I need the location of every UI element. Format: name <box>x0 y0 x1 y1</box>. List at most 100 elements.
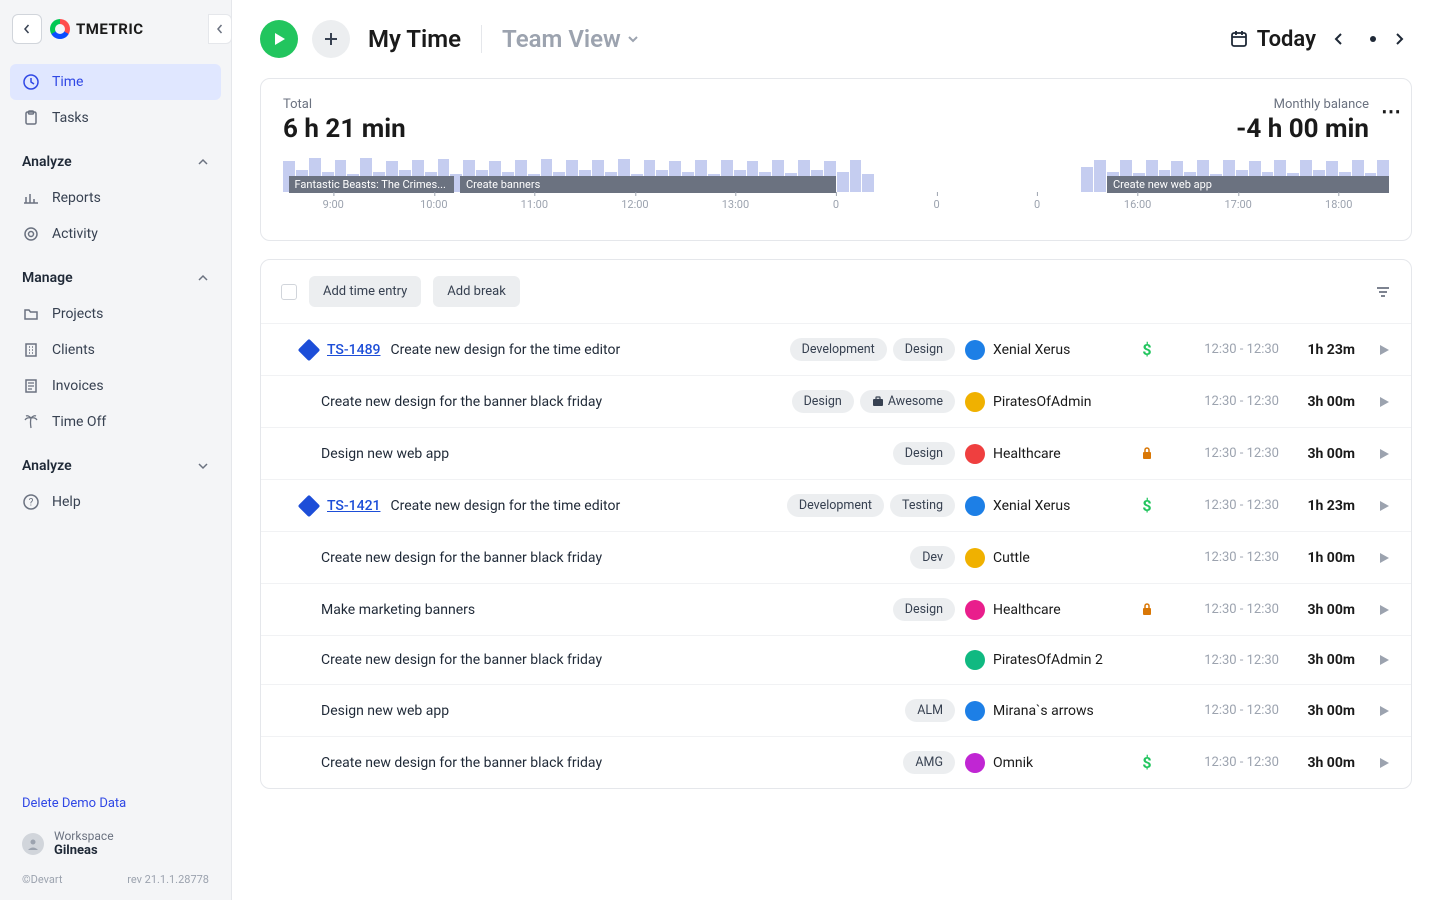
resume-button[interactable] <box>1377 395 1391 409</box>
entry-row[interactable]: Create new design for the banner black f… <box>261 376 1411 428</box>
project-color-icon <box>965 753 985 773</box>
entry-row[interactable]: Design new web appDesignHealthcare12:30 … <box>261 428 1411 480</box>
timeline-segment-label[interactable]: Fantastic Beasts: The Crimes... <box>289 176 455 193</box>
delete-demo-link[interactable]: Delete Demo Data <box>22 796 209 823</box>
timeline-segment-label[interactable]: Create new web app <box>1107 176 1389 193</box>
project[interactable]: Mirana`s arrows <box>965 701 1125 721</box>
entry-row[interactable]: Design new web appALMMirana`s arrows12:3… <box>261 685 1411 737</box>
collapse-sidebar-button[interactable] <box>208 14 232 44</box>
time-range[interactable]: 12:30 - 12:30 <box>1169 602 1279 617</box>
tag[interactable]: Design <box>893 598 955 621</box>
sidebar-item-activity[interactable]: Activity <box>10 216 221 252</box>
resume-button[interactable] <box>1377 704 1391 718</box>
tag[interactable]: Design <box>893 442 955 465</box>
resume-button[interactable] <box>1377 756 1391 770</box>
workspace-selector[interactable]: Workspace Gilneas <box>22 823 209 865</box>
bar-chart-icon <box>22 189 40 207</box>
nav-label: Time Off <box>52 414 106 430</box>
sidebar-item-clients[interactable]: Clients <box>10 332 221 368</box>
section-analyze-2[interactable]: Analyze <box>0 446 231 478</box>
time-range[interactable]: 12:30 - 12:30 <box>1169 550 1279 565</box>
time-range[interactable]: 12:30 - 12:30 <box>1169 703 1279 718</box>
today-button[interactable]: Today <box>1229 27 1316 52</box>
add-break-button[interactable]: Add break <box>433 276 520 307</box>
project[interactable]: Cuttle <box>965 548 1125 568</box>
entry-row[interactable]: Create new design for the banner black f… <box>261 532 1411 584</box>
tag[interactable]: Awesome <box>860 390 955 413</box>
sidebar-item-tasks[interactable]: Tasks <box>10 100 221 136</box>
project[interactable]: Healthcare <box>965 444 1125 464</box>
sidebar-item-projects[interactable]: Projects <box>10 296 221 332</box>
billable-icon: $ <box>1142 496 1151 515</box>
tag[interactable]: Development <box>787 494 884 517</box>
resume-button[interactable] <box>1377 499 1391 513</box>
section-manage[interactable]: Manage <box>0 258 231 290</box>
main: My Time Team View Today ⋯ <box>232 0 1440 900</box>
time-range[interactable]: 12:30 - 12:30 <box>1169 446 1279 461</box>
prev-day-button[interactable] <box>1334 32 1352 46</box>
tag[interactable]: AMG <box>903 751 955 774</box>
tags: Dev <box>910 546 955 569</box>
resume-button[interactable] <box>1377 551 1391 565</box>
task-title: Create new design for the banner black f… <box>321 755 602 771</box>
task-id-link[interactable]: TS-1489 <box>327 342 380 358</box>
avatar-icon <box>22 833 44 855</box>
back-button[interactable] <box>12 14 42 44</box>
section-analyze[interactable]: Analyze <box>0 142 231 174</box>
time-range[interactable]: 12:30 - 12:30 <box>1169 653 1279 668</box>
chevron-left-icon <box>216 24 224 34</box>
time-range[interactable]: 12:30 - 12:30 <box>1169 342 1279 357</box>
total-value: 6 h 21 min <box>283 114 406 144</box>
axis-tick: 10:00 <box>420 198 447 211</box>
resume-button[interactable] <box>1377 603 1391 617</box>
sidebar-item-reports[interactable]: Reports <box>10 180 221 216</box>
entry-row[interactable]: Create new design for the banner black f… <box>261 636 1411 685</box>
project[interactable]: PiratesOfAdmin <box>965 392 1125 412</box>
tab-my-time[interactable]: My Time <box>368 25 461 53</box>
invoice-icon <box>22 377 40 395</box>
tag[interactable]: Dev <box>910 546 955 569</box>
next-day-button[interactable] <box>1394 32 1412 46</box>
tab-team-view[interactable]: Team View <box>502 25 639 53</box>
time-range[interactable]: 12:30 - 12:30 <box>1169 755 1279 770</box>
project[interactable]: Xenial Xerus <box>965 340 1125 360</box>
tag[interactable]: Development <box>790 338 887 361</box>
sidebar-item-help[interactable]: ? Help <box>10 484 221 520</box>
logo[interactable]: TMETRIC <box>50 19 144 39</box>
resume-button[interactable] <box>1377 343 1391 357</box>
tag[interactable]: ALM <box>905 699 955 722</box>
duration: 3h 00m <box>1289 394 1355 410</box>
project[interactable]: Xenial Xerus <box>965 496 1125 516</box>
sort-button[interactable] <box>1375 285 1391 299</box>
tag[interactable]: Testing <box>890 494 955 517</box>
project[interactable]: Healthcare <box>965 600 1125 620</box>
entry-row[interactable]: Create new design for the banner black f… <box>261 737 1411 788</box>
timeline[interactable]: Fantastic Beasts: The Crimes... Create ba… <box>283 156 1389 226</box>
current-day-dot[interactable] <box>1370 36 1376 42</box>
add-button[interactable] <box>312 20 350 58</box>
entry-row[interactable]: Make marketing bannersDesignHealthcare12… <box>261 584 1411 636</box>
project[interactable]: PiratesOfAdmin 2 <box>965 650 1125 670</box>
time-range[interactable]: 12:30 - 12:30 <box>1169 498 1279 513</box>
project[interactable]: Omnik <box>965 753 1125 773</box>
chevron-left-icon <box>22 24 32 34</box>
nav-label: Reports <box>52 190 101 206</box>
select-all-checkbox[interactable] <box>281 284 297 300</box>
entry-row[interactable]: TS-1421Create new design for the time ed… <box>261 480 1411 532</box>
sidebar-item-invoices[interactable]: Invoices <box>10 368 221 404</box>
sidebar-item-time[interactable]: Time <box>10 64 221 100</box>
add-time-entry-button[interactable]: Add time entry <box>309 276 421 307</box>
entry-row[interactable]: TS-1489Create new design for the time ed… <box>261 324 1411 376</box>
resume-button[interactable] <box>1377 447 1391 461</box>
tag[interactable]: Design <box>893 338 955 361</box>
task-id-link[interactable]: TS-1421 <box>327 498 380 514</box>
more-menu-button[interactable]: ⋯ <box>1381 99 1403 123</box>
duration: 3h 00m <box>1289 703 1355 719</box>
tags: AMG <box>903 751 955 774</box>
resume-button[interactable] <box>1377 653 1391 667</box>
start-timer-button[interactable] <box>260 20 298 58</box>
timeline-segment-label[interactable]: Create banners <box>460 176 836 193</box>
time-range[interactable]: 12:30 - 12:30 <box>1169 394 1279 409</box>
sidebar-item-timeoff[interactable]: Time Off <box>10 404 221 440</box>
tag[interactable]: Design <box>792 390 854 413</box>
